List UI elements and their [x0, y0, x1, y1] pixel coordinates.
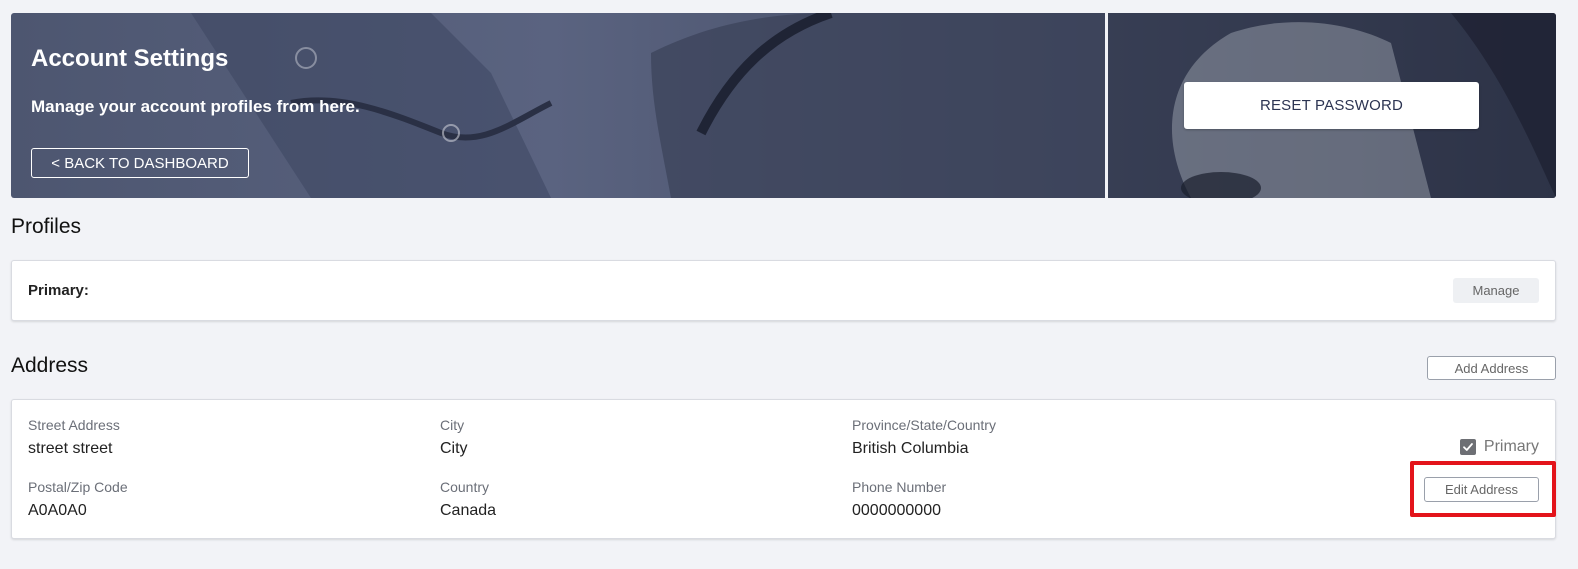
street-address-field: Street Address street street [28, 417, 120, 458]
back-to-dashboard-button[interactable]: < BACK TO DASHBOARD [31, 148, 249, 178]
street-address-label: Street Address [28, 417, 120, 433]
profiles-heading: Profiles [11, 215, 82, 238]
check-icon [1462, 443, 1473, 451]
phone-number-value: 0000000000 [852, 502, 941, 519]
banner-divider [1105, 13, 1108, 198]
country-field: Country Canada [440, 479, 496, 520]
city-value: City [440, 440, 468, 457]
address-heading: Address [11, 354, 89, 377]
city-label: City [440, 417, 465, 433]
primary-address-toggle: Primary [1459, 438, 1539, 456]
reset-password-button[interactable]: RESET PASSWORD [1184, 82, 1479, 129]
province-label: Province/State/Country [852, 417, 996, 433]
account-banner: Account Settings Manage your account pro… [11, 13, 1556, 198]
primary-profile-label: Primary: [28, 282, 89, 299]
city-field: City City [440, 417, 468, 458]
page-title: Account Settings [31, 45, 229, 72]
profiles-card: Primary: Manage [11, 260, 1556, 321]
province-value: British Columbia [852, 440, 969, 457]
province-field: Province/State/Country British Columbia [852, 417, 996, 458]
country-label: Country [440, 479, 490, 495]
primary-checkbox[interactable] [1459, 439, 1476, 455]
address-card: Street Address street street City City P… [11, 399, 1556, 539]
primary-checkbox-label: Primary [1483, 438, 1539, 455]
street-address-value: street street [28, 440, 113, 457]
postal-code-field: Postal/Zip Code A0A0A0 [28, 479, 128, 520]
edit-address-button[interactable]: Edit Address [1424, 477, 1539, 502]
postal-code-label: Postal/Zip Code [28, 479, 128, 495]
country-value: Canada [440, 502, 497, 519]
postal-code-value: A0A0A0 [28, 502, 87, 519]
manage-button[interactable]: Manage [1453, 278, 1539, 303]
add-address-button[interactable]: Add Address [1427, 356, 1556, 380]
phone-number-field: Phone Number 0000000000 [852, 479, 946, 520]
page-subtitle: Manage your account profiles from here. [31, 97, 360, 116]
phone-number-label: Phone Number [852, 479, 947, 495]
